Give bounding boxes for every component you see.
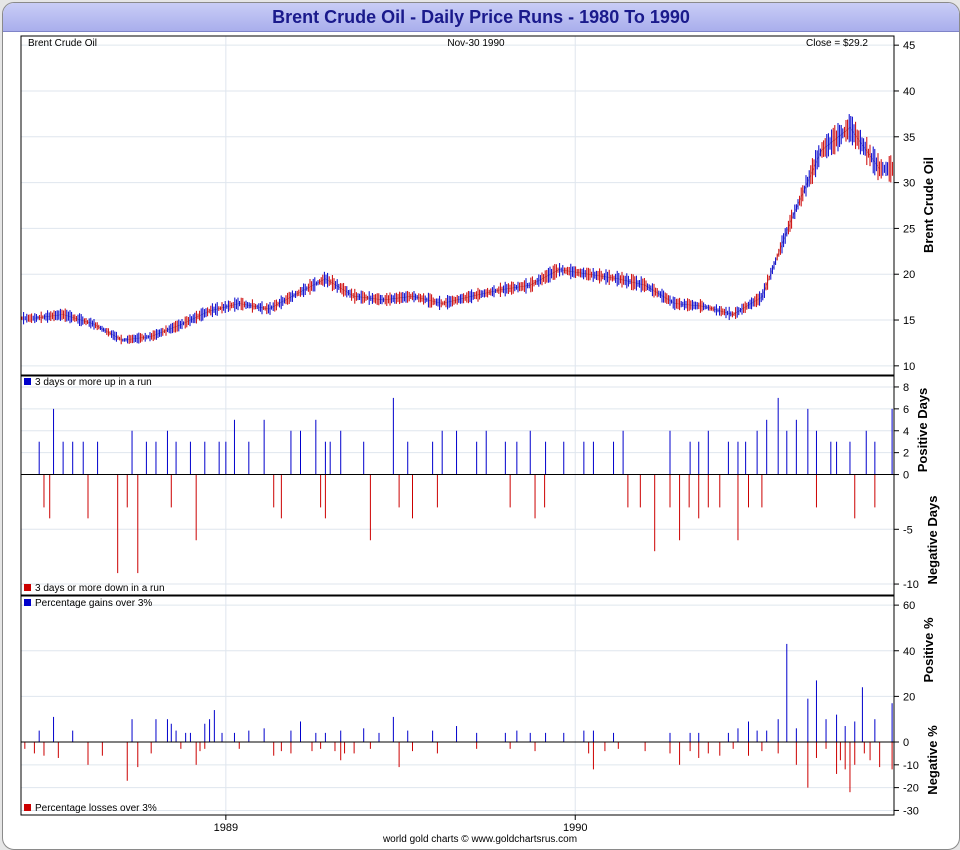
x-tick-label-1990: 1990: [563, 822, 587, 834]
grid-layer: [21, 36, 894, 815]
y-tick-label-p0-20: 20: [903, 269, 915, 281]
panel-borders: [20, 35, 899, 820]
y-tick-label-p0-10: 10: [903, 361, 915, 373]
labels-layer: Brent Crude Oil Nov-30 1990 Close = $29.…: [24, 38, 940, 834]
price-line: [34, 127, 880, 341]
x-tick-label-1989: 1989: [214, 822, 238, 834]
y-tick-label-p2-20: 20: [903, 691, 915, 703]
y-tick-label-p0-15: 15: [903, 315, 915, 327]
y-tick-label-p1-8: 8: [903, 382, 909, 394]
percent-y-label-bottom: Negative %: [925, 725, 940, 795]
credit-text: world gold charts © www.goldchartsrus.co…: [382, 834, 578, 845]
y-tick-label-p1-4: 4: [903, 426, 909, 438]
percent-y-label-top: Positive %: [921, 617, 936, 682]
y-tick-label-p2-60: 60: [903, 600, 915, 612]
legend-swatch-losses: [24, 804, 31, 811]
legend-swatch-down-runs: [24, 584, 31, 591]
y-tick-label-p1-2: 2: [903, 448, 909, 460]
y-tick-label-p2--20: -20: [903, 783, 919, 795]
y-tick-label-p0-35: 35: [903, 132, 915, 144]
y-tick-label-p1--5: -5: [903, 524, 913, 536]
price-header-left: Brent Crude Oil: [28, 38, 97, 49]
y-tick-label-p0-25: 25: [903, 223, 915, 235]
legend-losses: Percentage losses over 3%: [35, 803, 157, 814]
y-tick-label-p2--10: -10: [903, 760, 919, 772]
price-header-center: Nov-30 1990: [447, 38, 505, 49]
panel-border-0: [20, 35, 895, 376]
y-tick-label-p2-40: 40: [903, 646, 915, 658]
legend-down-runs: 3 days or more down in a run: [35, 583, 165, 594]
chart-canvas: Brent Crude Oil Nov-30 1990 Close = $29.…: [20, 35, 940, 834]
y-tick-label-p2-0: 0: [903, 737, 909, 749]
price-y-label: Brent Crude Oil: [921, 157, 936, 253]
y-tick-label-p1-6: 6: [903, 404, 909, 416]
y-tick-label-p0-30: 30: [903, 178, 915, 190]
y-tick-label-p1-0: 0: [903, 470, 909, 482]
y-tick-label-p2--30: -30: [903, 805, 919, 817]
legend-swatch-gains: [24, 599, 31, 606]
legend-swatch-up-runs: [24, 378, 31, 385]
y-tick-label-p0-45: 45: [903, 40, 915, 52]
legend-up-runs: 3 days or more up in a run: [35, 377, 152, 388]
y-tick-label-p1--10: -10: [903, 579, 919, 591]
y-tick-label-p0-40: 40: [903, 86, 915, 98]
runs-y-label-bottom: Negative Days: [925, 496, 940, 585]
runs-y-label-top: Positive Days: [915, 388, 930, 473]
panel-border-2: [20, 595, 895, 816]
price-header-right: Close = $29.2: [806, 38, 868, 49]
legend-gains: Percentage gains over 3%: [35, 598, 152, 609]
